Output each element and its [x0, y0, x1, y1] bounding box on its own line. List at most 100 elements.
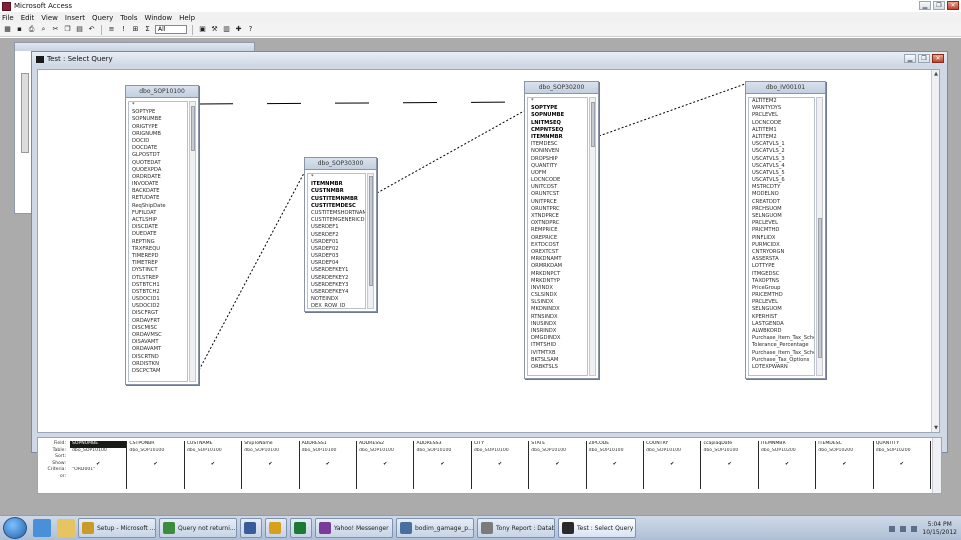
field-item[interactable]: DYSTINCT: [129, 267, 187, 274]
grid-or-cell[interactable]: [357, 474, 413, 481]
field-item[interactable]: REPTING: [129, 239, 187, 246]
grid-or-cell[interactable]: [874, 474, 930, 481]
field-item[interactable]: INUSINDX: [528, 321, 587, 328]
field-item[interactable]: MKDNINDX: [528, 306, 587, 313]
field-item[interactable]: LOCNCODE: [528, 177, 587, 184]
scrollbar-thumb[interactable]: [818, 218, 822, 358]
field-item[interactable]: MRKDNAMT: [528, 256, 587, 263]
ie-icon[interactable]: [33, 519, 51, 537]
grid-column[interactable]: ITEMDESC dbo_SOP10200 ✔: [816, 441, 874, 489]
field-item[interactable]: CUSTITEMGENERICDESC: [308, 217, 365, 224]
taskbar-item[interactable]: bodim_gamage_p...: [396, 518, 474, 538]
field-item[interactable]: Purchase_Item_Tax_Sched: [749, 350, 814, 357]
field-item[interactable]: PRCHSUOM: [749, 206, 814, 213]
field-item[interactable]: ALTITEM2: [749, 134, 814, 141]
grid-column[interactable]: ADDRESS1 dbo_SOP10100 ✔: [300, 441, 358, 489]
field-item[interactable]: NONINVEN: [528, 148, 587, 155]
minimize-button[interactable]: ▁: [919, 1, 931, 10]
field-item[interactable]: ORBKTSLS: [528, 364, 587, 371]
taskbar-item[interactable]: Setup - Microsoft ...: [78, 518, 156, 538]
field-item[interactable]: *: [528, 98, 587, 105]
grid-scrollbar[interactable]: [932, 438, 941, 493]
menu-edit[interactable]: Edit: [21, 14, 35, 22]
field-item[interactable]: OREXTCST: [528, 249, 587, 256]
field-item[interactable]: CREATDDT: [749, 199, 814, 206]
database-window-icon[interactable]: ▥: [222, 25, 231, 34]
grid-column[interactable]: QUANTITY dbo_SOP10200 ✔: [874, 441, 932, 489]
field-item[interactable]: NOTEINDX: [308, 296, 365, 303]
field-item[interactable]: ITEMDESC: [528, 141, 587, 148]
field-item[interactable]: USERDEFKEY2: [308, 275, 365, 282]
field-item[interactable]: USERDEF2: [308, 232, 365, 239]
field-item[interactable]: MSTRCDTY: [749, 184, 814, 191]
menu-help[interactable]: Help: [179, 14, 195, 22]
menu-file[interactable]: File: [2, 14, 14, 22]
start-button[interactable]: [3, 517, 27, 539]
taskbar-item[interactable]: [240, 518, 262, 538]
field-list[interactable]: ALTITEM2 WRNTYDYS PRCLEVEL LOCNCODE ALTITEM1…: [748, 97, 815, 376]
query-type-icon[interactable]: ≡: [107, 25, 116, 34]
field-item[interactable]: ALTITEM1: [749, 127, 814, 134]
scroll-down-icon[interactable]: ▼: [932, 424, 940, 432]
field-item[interactable]: ORUNTCST: [528, 191, 587, 198]
field-item[interactable]: SOPNUMBE: [129, 116, 187, 123]
join-line[interactable]: [198, 172, 305, 371]
field-item[interactable]: Tolerance_Percentage: [749, 342, 814, 349]
field-list[interactable]: * SOPTYPE SOPNUMBE LNITMSEQ CMPNTSEQ ITEMNMBR…: [527, 97, 588, 376]
field-item[interactable]: USRDEF01: [308, 239, 365, 246]
field-item[interactable]: BACKDATE: [129, 188, 187, 195]
field-item[interactable]: ORIGNUMB: [129, 131, 187, 138]
query-minimize-button[interactable]: ▁: [904, 54, 916, 63]
volume-icon[interactable]: [911, 526, 918, 532]
taskbar-item[interactable]: Tony Report : Datab...: [477, 518, 555, 538]
grid-column[interactable]: CUSTNAME dbo_SOP10100 ✔: [185, 441, 243, 489]
field-item[interactable]: WRNTYDYS: [749, 105, 814, 112]
grid-or-cell[interactable]: [529, 474, 585, 481]
run-icon[interactable]: !: [119, 25, 128, 34]
menu-insert[interactable]: Insert: [65, 14, 85, 22]
field-item[interactable]: CMPNTSEQ: [528, 127, 587, 134]
grid-column[interactable]: ADDRESS2 dbo_SOP10100 ✔: [357, 441, 415, 489]
grid-column[interactable]: COUNTRY dbo_SOP10100 ✔: [644, 441, 702, 489]
flag-icon[interactable]: [889, 526, 896, 532]
field-item[interactable]: USRDEF04: [308, 260, 365, 267]
field-item[interactable]: EXTDCOST: [528, 242, 587, 249]
field-item[interactable]: ORDRDATE: [129, 174, 187, 181]
field-item[interactable]: USERDEFKEY4: [308, 289, 365, 296]
restore-button[interactable]: ❐: [933, 1, 945, 10]
totals-icon[interactable]: Σ: [143, 25, 152, 34]
field-item[interactable]: DISCMISC: [129, 325, 187, 332]
field-item[interactable]: SOPTYPE: [129, 109, 187, 116]
join-line[interactable]: [598, 83, 746, 137]
grid-or-cell[interactable]: [472, 474, 528, 481]
table-box-dbo-sop30300[interactable]: dbo_SOP30300 * ITEMNMBR CUSTNMBR CUSTITEMNMB…: [304, 157, 377, 312]
field-item[interactable]: LASTGENDA: [749, 321, 814, 328]
field-item[interactable]: ORDAVMSC: [129, 332, 187, 339]
field-item[interactable]: KPERHIST: [749, 314, 814, 321]
field-item[interactable]: USCATVLS_5: [749, 170, 814, 177]
field-item[interactable]: PURMCIDX: [749, 242, 814, 249]
field-item[interactable]: PRCLEVEL: [749, 112, 814, 119]
field-item[interactable]: ORDAVAMT: [129, 346, 187, 353]
grid-or-cell[interactable]: [70, 474, 126, 481]
join-line[interactable]: [376, 110, 525, 194]
field-item[interactable]: PriceGroup: [749, 285, 814, 292]
folder-icon[interactable]: [57, 519, 75, 537]
field-item[interactable]: USCATVLS_4: [749, 163, 814, 170]
field-item[interactable]: RTNSINDX: [528, 314, 587, 321]
field-item[interactable]: DSCPCTAM: [129, 368, 187, 375]
field-item[interactable]: RETUDATE: [129, 195, 187, 202]
properties-icon[interactable]: ▣: [198, 25, 207, 34]
field-item[interactable]: ASSERSTA: [749, 256, 814, 263]
grid-or-cell[interactable]: [759, 474, 815, 481]
field-item[interactable]: ORIGTYPE: [129, 124, 187, 131]
field-item[interactable]: UNITCOST: [528, 184, 587, 191]
build-icon[interactable]: ⚒: [210, 25, 219, 34]
field-item[interactable]: TIMETREP: [129, 260, 187, 267]
field-item[interactable]: DISCDATE: [129, 224, 187, 231]
field-item[interactable]: LOTEXPWARN: [749, 364, 814, 371]
field-item[interactable]: UOFM: [528, 170, 587, 177]
field-item[interactable]: ReqShipDate: [129, 203, 187, 210]
field-item[interactable]: SOPNUMBE: [528, 112, 587, 119]
field-item[interactable]: PINFLIDX: [749, 235, 814, 242]
